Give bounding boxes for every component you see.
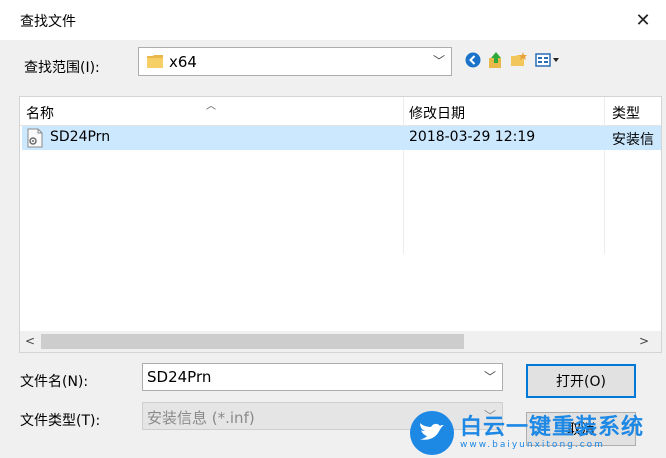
- open-button[interactable]: 打开(O): [526, 364, 636, 398]
- close-button[interactable]: ✕: [620, 0, 666, 40]
- new-folder-icon: [511, 52, 527, 66]
- column-header-name[interactable]: 名称: [26, 103, 54, 123]
- new-folder-button[interactable]: [510, 51, 528, 69]
- watermark-text: 白云一键重装系统 www.baiyunxitong.com: [460, 414, 645, 451]
- column-header-modified[interactable]: 修改日期: [409, 103, 465, 123]
- sort-ascending-icon: ︿: [206, 101, 216, 112]
- back-button[interactable]: [464, 51, 482, 69]
- back-icon: [465, 52, 481, 68]
- up-folder-icon: [489, 52, 501, 68]
- look-in-dropdown[interactable]: x64 ﹀: [138, 47, 452, 76]
- watermark-logo: 白云一键重装系统 www.baiyunxitong.com: [410, 408, 666, 458]
- dialog-title: 查找文件: [20, 14, 76, 30]
- file-name-input[interactable]: SD24Prn ﹀: [142, 363, 503, 391]
- look-in-value: x64: [169, 53, 197, 71]
- scroll-left-icon[interactable]: <: [25, 334, 35, 348]
- up-folder-button[interactable]: [487, 51, 505, 69]
- bird-icon: [410, 411, 454, 455]
- scroll-right-icon[interactable]: >: [639, 334, 649, 348]
- file-name-label: 文件名(N):: [20, 374, 89, 390]
- file-type-value: 安装信息 (*.inf): [147, 409, 255, 427]
- table-row[interactable]: SD24Prn 2018-03-29 12:19 安装信: [22, 126, 661, 150]
- chevron-down-icon: ﹀: [432, 54, 445, 68]
- inf-file-icon: [27, 128, 43, 148]
- file-type-label: 文件类型(T):: [20, 413, 101, 429]
- title-bar: 查找文件 ✕: [0, 0, 666, 40]
- file-type-cell: 安装信: [612, 132, 654, 148]
- column-divider: [604, 97, 605, 254]
- watermark-url: www.baiyunxitong.com: [460, 439, 605, 450]
- column-divider: [403, 97, 404, 254]
- look-in-label: 查找范围(I):: [24, 60, 100, 76]
- view-menu-icon: [535, 53, 559, 67]
- scrollbar-thumb[interactable]: [41, 334, 464, 349]
- file-name-value: SD24Prn: [147, 368, 212, 386]
- watermark-title: 白云一键重装系统: [460, 414, 645, 440]
- list-header: ︿ 名称 修改日期 类型: [20, 97, 661, 126]
- column-header-type[interactable]: 类型: [612, 103, 640, 123]
- file-list[interactable]: ︿ 名称 修改日期 类型 SD24Prn 2018-03-29 12:19 安装…: [19, 96, 662, 353]
- chevron-down-icon[interactable]: ﹀: [484, 368, 496, 385]
- close-icon: ✕: [635, 9, 651, 31]
- view-menu-button[interactable]: [534, 51, 562, 69]
- folder-icon: [147, 55, 163, 68]
- file-modified-cell: 2018-03-29 12:19: [409, 129, 536, 145]
- horizontal-scrollbar[interactable]: < >: [20, 331, 661, 352]
- file-name-cell: SD24Prn: [50, 129, 111, 145]
